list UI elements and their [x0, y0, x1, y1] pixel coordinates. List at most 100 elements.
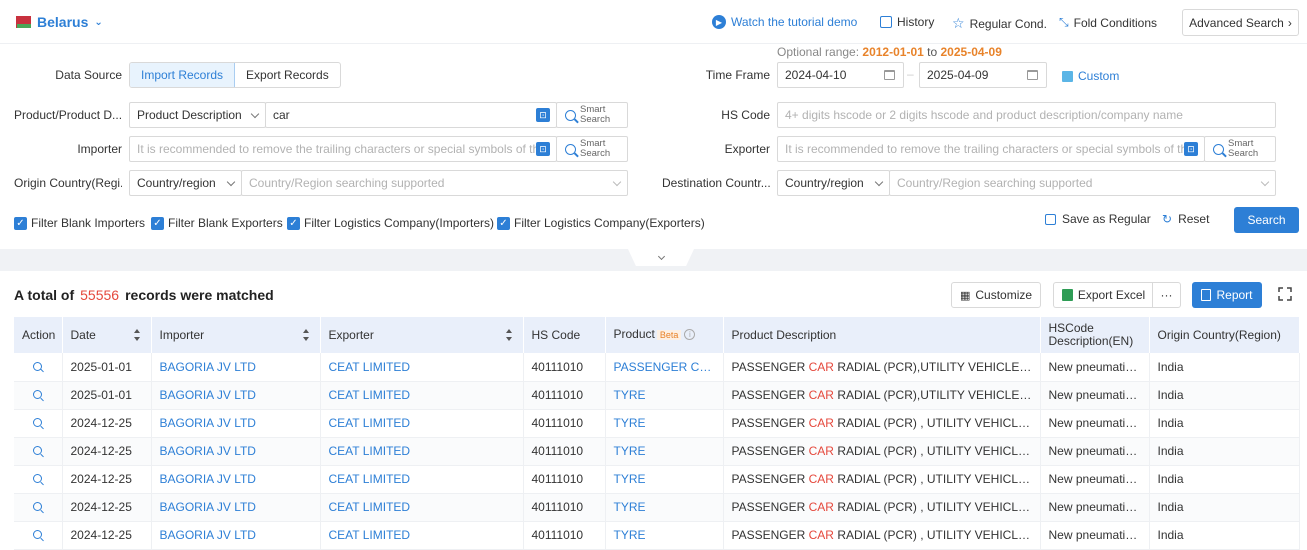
destination-type-select[interactable]: Country/region [777, 170, 890, 196]
filter-blank-importers-checkbox[interactable]: ✓ Filter Blank Importers [14, 216, 145, 230]
customize-button[interactable]: ▦ Customize [951, 282, 1041, 308]
results-suffix: records were matched [125, 287, 274, 303]
more-options-button[interactable]: ··· [1152, 282, 1181, 308]
sort-icon[interactable] [133, 329, 141, 341]
history-icon [880, 16, 892, 28]
row-exporter[interactable]: CEAT LIMITED [320, 353, 524, 382]
desc-text: RADIAL (PCR) , UTILITY VEHICLE RADIA... [837, 416, 1039, 430]
row-product[interactable]: TYRE [605, 381, 724, 410]
import-records-tab[interactable]: Import Records [130, 63, 236, 87]
row-product[interactable]: TYRE [605, 409, 724, 438]
country-selector[interactable]: Belarus ⌄ [14, 14, 103, 30]
row-exporter[interactable]: CEAT LIMITED [320, 381, 524, 410]
row-exporter[interactable]: CEAT LIMITED [320, 465, 524, 494]
search-icon[interactable] [33, 474, 43, 483]
report-label: Report [1216, 288, 1253, 302]
image-search-icon[interactable]: ⊡ [536, 108, 550, 122]
export-records-tab[interactable]: Export Records [235, 63, 340, 87]
collapse-toggle[interactable] [628, 249, 694, 266]
row-importer[interactable]: BAGORIA JV LTD [151, 437, 321, 466]
row-product[interactable]: TYRE [605, 437, 724, 466]
tutorial-label: Watch the tutorial demo [731, 15, 858, 29]
image-search-icon[interactable]: ⊡ [1184, 142, 1198, 156]
fold-conditions-button[interactable]: ⤡ Fold Conditions [1059, 15, 1157, 30]
reset-label: Reset [1178, 212, 1210, 226]
sort-icon[interactable] [302, 329, 310, 341]
product-label: Product/Product D... [14, 108, 122, 122]
history-button[interactable]: History [880, 15, 934, 29]
row-exporter[interactable]: CEAT LIMITED [320, 437, 524, 466]
row-importer[interactable]: BAGORIA JV LTD [151, 409, 321, 438]
row-exporter[interactable]: CEAT LIMITED [320, 521, 524, 550]
smart-search-button-importer[interactable]: Smart Search [556, 136, 628, 162]
search-icon[interactable] [33, 502, 43, 511]
row-exporter[interactable]: CEAT LIMITED [320, 493, 524, 522]
row-product-description: PASSENGER CAR RADIAL (PCR),UTILITY VEHIC… [723, 381, 1041, 410]
row-importer[interactable]: BAGORIA JV LTD [151, 353, 321, 382]
regular-cond-button[interactable]: ☆ Regular Cond. [952, 15, 1047, 32]
row-product[interactable]: TYRE [605, 493, 724, 522]
origin-type-value: Country/region [137, 176, 216, 190]
filter-label: Filter Logistics Company(Exporters) [514, 216, 705, 230]
row-product[interactable]: PASSENGER CAR ... [605, 353, 724, 382]
smart-search-button-product[interactable]: Smart Search [556, 102, 628, 128]
smart-search-button-exporter[interactable]: Smart Search [1204, 136, 1276, 162]
image-search-icon[interactable]: ⊡ [536, 142, 550, 156]
origin-type-select[interactable]: Country/region [129, 170, 242, 196]
report-button[interactable]: Report [1192, 282, 1262, 308]
time-frame-label: Time Frame [705, 68, 770, 82]
search-icon[interactable] [33, 390, 43, 399]
col-exporter[interactable]: Exporter [320, 317, 524, 353]
row-product[interactable]: TYRE [605, 465, 724, 494]
custom-range-button[interactable]: Custom [1062, 69, 1119, 83]
save-as-regular-button[interactable]: Save as Regular [1045, 212, 1151, 226]
product-type-select[interactable]: Product Description [129, 102, 266, 128]
reset-button[interactable]: ↻ Reset [1162, 212, 1209, 226]
search-icon[interactable] [33, 446, 43, 455]
custom-label: Custom [1078, 69, 1120, 83]
col-product-description: Product Description [723, 317, 1041, 353]
row-date: 2025-01-01 [62, 353, 152, 382]
search-icon[interactable] [33, 361, 43, 371]
advanced-search-label: Advanced Search [1189, 15, 1284, 30]
origin-country-select[interactable]: Country/Region searching supported [241, 170, 628, 196]
hs-code-input[interactable]: 4+ digits hscode or 2 digits hscode and … [777, 102, 1276, 128]
desc-highlight: CAR [808, 500, 834, 514]
row-importer[interactable]: BAGORIA JV LTD [151, 381, 321, 410]
importer-input[interactable]: It is recommended to remove the trailing… [129, 136, 557, 162]
product-input[interactable]: car ⊡ [265, 102, 557, 128]
optional-range-to: to [927, 45, 938, 59]
col-importer[interactable]: Importer [151, 317, 321, 353]
row-importer[interactable]: BAGORIA JV LTD [151, 465, 321, 494]
filter-logistics-exporters-checkbox[interactable]: ✓ Filter Logistics Company(Exporters) [497, 216, 705, 230]
row-importer[interactable]: BAGORIA JV LTD [151, 521, 321, 550]
advanced-search-button[interactable]: Advanced Search › [1182, 9, 1299, 36]
desc-text: RADIAL (PCR),UTILITY VEHICLE RADIAL ... [837, 388, 1040, 402]
filter-blank-exporters-checkbox[interactable]: ✓ Filter Blank Exporters [151, 216, 283, 230]
row-importer[interactable]: BAGORIA JV LTD [151, 493, 321, 522]
date-from-input[interactable]: 2024-04-10 [777, 62, 904, 88]
desc-highlight: CAR [808, 359, 834, 374]
tutorial-link[interactable]: ▶ Watch the tutorial demo [712, 15, 857, 29]
exporter-input[interactable]: It is recommended to remove the trailing… [777, 136, 1205, 162]
date-to-input[interactable]: 2025-04-09 [919, 62, 1047, 88]
destination-country-select[interactable]: Country/Region searching supported [889, 170, 1276, 196]
row-product-description: PASSENGER CAR RADIAL (PCR) , UTILITY VEH… [723, 521, 1041, 550]
filter-logistics-importers-checkbox[interactable]: ✓ Filter Logistics Company(Importers) [287, 216, 494, 230]
row-exporter[interactable]: CEAT LIMITED [320, 409, 524, 438]
chevron-down-icon [1260, 177, 1270, 186]
fullscreen-icon[interactable] [1278, 287, 1292, 301]
optional-range: Optional range: 2012-01-01 to 2025-04-09 [777, 45, 1002, 59]
col-date[interactable]: Date [62, 317, 152, 353]
search-icon[interactable] [33, 418, 43, 427]
search-icon[interactable] [33, 530, 43, 539]
desc-highlight: CAR [808, 472, 834, 486]
product-value: car [273, 108, 290, 122]
row-hscode-description: New pneumatic t... [1040, 437, 1150, 466]
search-button[interactable]: Search [1234, 207, 1299, 233]
info-icon[interactable]: i [684, 329, 696, 341]
row-product[interactable]: TYRE [605, 521, 724, 550]
row-product-description: PASSENGER CAR RADIAL (PCR) , UTILITY VEH… [723, 465, 1041, 494]
export-excel-button[interactable]: Export Excel [1053, 282, 1153, 308]
sort-icon[interactable] [505, 329, 513, 341]
